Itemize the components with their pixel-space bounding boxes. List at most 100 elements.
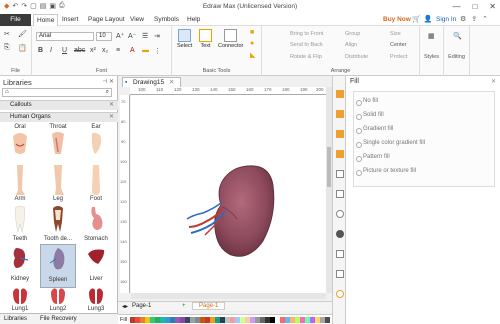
fill-option-picture-texture[interactable]: Picture or texture fill xyxy=(355,168,416,176)
maximize-button[interactable]: □ xyxy=(472,2,477,11)
collapse-ribbon-icon[interactable]: ⌃ xyxy=(482,15,488,23)
menu-file[interactable]: File xyxy=(0,14,31,26)
user-icon[interactable]: 👤 xyxy=(424,15,433,23)
text-tool-button[interactable]: Text xyxy=(199,29,212,49)
menu-page-layout[interactable]: Page Layout xyxy=(88,14,125,26)
menu-help[interactable]: Help xyxy=(187,14,200,26)
shape-teeth[interactable]: Teeth xyxy=(2,204,38,248)
format-painter-icon[interactable]: 🖌 xyxy=(18,30,27,38)
image-panel-icon[interactable] xyxy=(336,150,344,158)
cart-icon[interactable]: 🛒 xyxy=(412,15,421,23)
page-nav-icon[interactable]: ◂▸ xyxy=(122,303,128,310)
close-button[interactable]: ✕ xyxy=(489,2,496,11)
search-icon[interactable]: 🔍 xyxy=(453,32,462,40)
list-icon[interactable]: ☰ xyxy=(142,32,148,40)
share-icon[interactable]: ⇪ xyxy=(471,15,477,23)
page-setup-icon[interactable] xyxy=(336,170,344,178)
connector-tool-button[interactable]: Connector xyxy=(218,29,243,49)
shape-circle-icon[interactable]: ● xyxy=(250,40,254,47)
shrink-font-icon[interactable]: A⁻ xyxy=(128,32,136,40)
subscript-icon[interactable]: x₂ xyxy=(102,47,108,54)
send-to-back-button[interactable]: Send to Back xyxy=(290,42,323,48)
rotate-flip-button[interactable]: Rotate & Flip xyxy=(290,54,322,60)
shape-tooth-decay[interactable]: Tooth de... xyxy=(40,204,76,248)
scroll-thumb[interactable] xyxy=(327,147,331,187)
paste-icon[interactable]: 📋 xyxy=(18,44,27,52)
sign-in-link[interactable]: Sign In xyxy=(436,14,456,26)
align-text-icon[interactable]: ≡ xyxy=(116,47,120,54)
align-button[interactable]: Align xyxy=(345,42,357,48)
fill-option-single-color-gradient[interactable]: Single color gradient fill xyxy=(355,140,425,148)
line-panel-icon[interactable] xyxy=(336,110,344,118)
help-icon[interactable] xyxy=(336,290,344,298)
pin-icon[interactable]: ⊣ xyxy=(102,79,107,85)
center-button[interactable]: Center xyxy=(390,42,407,48)
strikethrough-icon[interactable]: abc xyxy=(74,47,85,54)
size-button[interactable]: Size xyxy=(390,31,401,37)
protect-button[interactable]: Protect xyxy=(390,54,407,60)
shape-oral[interactable]: Oral xyxy=(2,124,38,168)
panel-close-icon[interactable]: ✕ xyxy=(109,79,114,85)
comment-icon[interactable] xyxy=(336,270,344,278)
close-tab-icon[interactable]: ✕ xyxy=(169,79,174,86)
underline-icon[interactable]: U xyxy=(62,47,67,54)
bring-to-front-button[interactable]: Bring to Front xyxy=(290,31,323,37)
tab-libraries[interactable]: Libraries xyxy=(4,316,27,322)
minimize-button[interactable]: — xyxy=(452,2,460,11)
page-tab-active[interactable]: Page-1 xyxy=(192,302,226,310)
fill-panel-close-icon[interactable]: ✕ xyxy=(491,78,496,85)
font-family-select[interactable]: Arial xyxy=(36,32,94,41)
shape-spleen[interactable]: Spleen xyxy=(40,244,76,288)
bold-icon[interactable]: B xyxy=(38,47,43,54)
shape-arm[interactable]: Arm xyxy=(2,164,38,208)
close-category-icon[interactable]: ✕ xyxy=(109,113,114,122)
fill-option-solid[interactable]: Solid fill xyxy=(356,112,384,120)
tab-drawing15[interactable]: ▪ Drawing15 ✕ xyxy=(122,77,182,87)
horizontal-scrollbar[interactable] xyxy=(131,293,326,299)
attachment-icon[interactable] xyxy=(336,250,344,258)
highlight-icon[interactable]: ▬ xyxy=(142,47,149,54)
spleen-shape[interactable] xyxy=(131,95,326,293)
shape-kidney[interactable]: Kidney xyxy=(2,244,38,288)
library-category-callouts[interactable]: Callouts ✕ xyxy=(0,100,118,110)
menu-view[interactable]: View xyxy=(130,14,144,26)
font-size-select[interactable]: 10 xyxy=(96,32,112,41)
settings-icon[interactable]: ⚙ xyxy=(460,15,466,23)
navigation-icon[interactable] xyxy=(336,230,344,238)
shape-square-icon[interactable]: ■ xyxy=(250,29,254,36)
menu-insert[interactable]: Insert xyxy=(62,14,78,26)
grow-font-icon[interactable]: A⁺ xyxy=(116,32,124,40)
fill-option-no-fill[interactable]: No fill xyxy=(355,98,378,106)
menu-home[interactable]: Home xyxy=(33,14,59,26)
shape-liver[interactable]: Liver xyxy=(78,244,114,288)
distribute-button[interactable]: Distribute xyxy=(345,54,368,60)
copy-icon[interactable]: ⎘ xyxy=(4,44,10,52)
editing-button[interactable]: Editing xyxy=(444,54,469,60)
bullets-icon[interactable]: ⋮ xyxy=(154,47,161,55)
shadow-panel-icon[interactable] xyxy=(336,130,344,138)
italic-icon[interactable]: I xyxy=(50,47,52,54)
tab-file-recovery[interactable]: File Recovery xyxy=(40,316,77,322)
shape-foot[interactable]: Foot xyxy=(78,164,114,208)
shape-ear[interactable]: Ear xyxy=(78,124,114,168)
layers-icon[interactable] xyxy=(336,190,344,198)
library-category-human-organs[interactable]: Human Organs ✕ xyxy=(0,112,118,122)
group-button[interactable]: Group xyxy=(345,31,360,37)
library-search-input[interactable]: ⌂ ⌕ xyxy=(2,88,112,97)
styles-button[interactable]: Styles xyxy=(420,54,443,60)
drawing-page[interactable] xyxy=(131,95,326,293)
styles-icon[interactable]: ▦ xyxy=(428,32,435,40)
font-color-icon[interactable]: A xyxy=(130,47,135,54)
menu-symbols[interactable]: Symbols xyxy=(154,14,179,26)
shape-leg[interactable]: Leg xyxy=(40,164,76,208)
shape-more-icon[interactable]: ◣ xyxy=(250,51,255,59)
cut-icon[interactable]: ✂ xyxy=(4,30,10,38)
buy-now-link[interactable]: Buy Now xyxy=(383,14,411,26)
fill-panel-icon[interactable] xyxy=(336,90,344,98)
color-swatch[interactable] xyxy=(325,317,330,323)
close-category-icon[interactable]: ✕ xyxy=(109,101,114,110)
shape-stomach[interactable]: Stomach xyxy=(78,204,114,248)
page-tab-1[interactable]: Page-1 xyxy=(132,303,151,309)
indent-icon[interactable]: ⇥ xyxy=(154,32,160,40)
select-tool-button[interactable]: Select xyxy=(177,29,192,49)
